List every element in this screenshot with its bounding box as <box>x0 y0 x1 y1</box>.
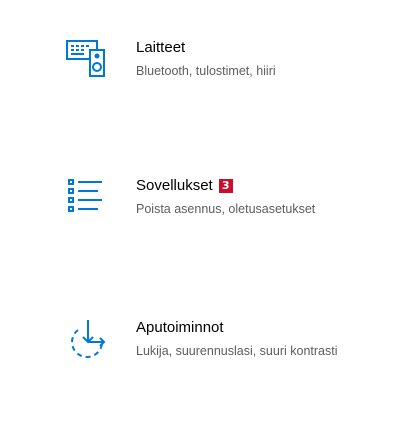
tile-description: Bluetooth, tulostimet, hiiri <box>136 64 276 78</box>
apps-list-icon <box>64 176 108 220</box>
tile-title: Sovellukset 3 <box>136 176 366 196</box>
tile-title-label: Sovellukset <box>136 177 213 194</box>
settings-tile-apps[interactable]: Sovellukset 3 Poista asennus, oletusaset… <box>64 176 394 220</box>
tile-title: Laitteet <box>136 39 186 56</box>
settings-tile-ease-of-access[interactable]: Aputoiminnot Lukija, suurennuslasi, suur… <box>64 318 394 362</box>
tile-title: Aputoiminnot <box>136 319 224 336</box>
ease-of-access-icon <box>64 318 108 362</box>
tile-description: Lukija, suurennuslasi, suuri kontrasti <box>136 344 338 358</box>
step-badge: 3 <box>218 179 233 193</box>
devices-icon <box>64 38 108 82</box>
tile-description: Poista asennus, oletusasetukset <box>136 202 316 216</box>
settings-tile-devices[interactable]: Laitteet Bluetooth, tulostimet, hiiri <box>64 38 394 82</box>
